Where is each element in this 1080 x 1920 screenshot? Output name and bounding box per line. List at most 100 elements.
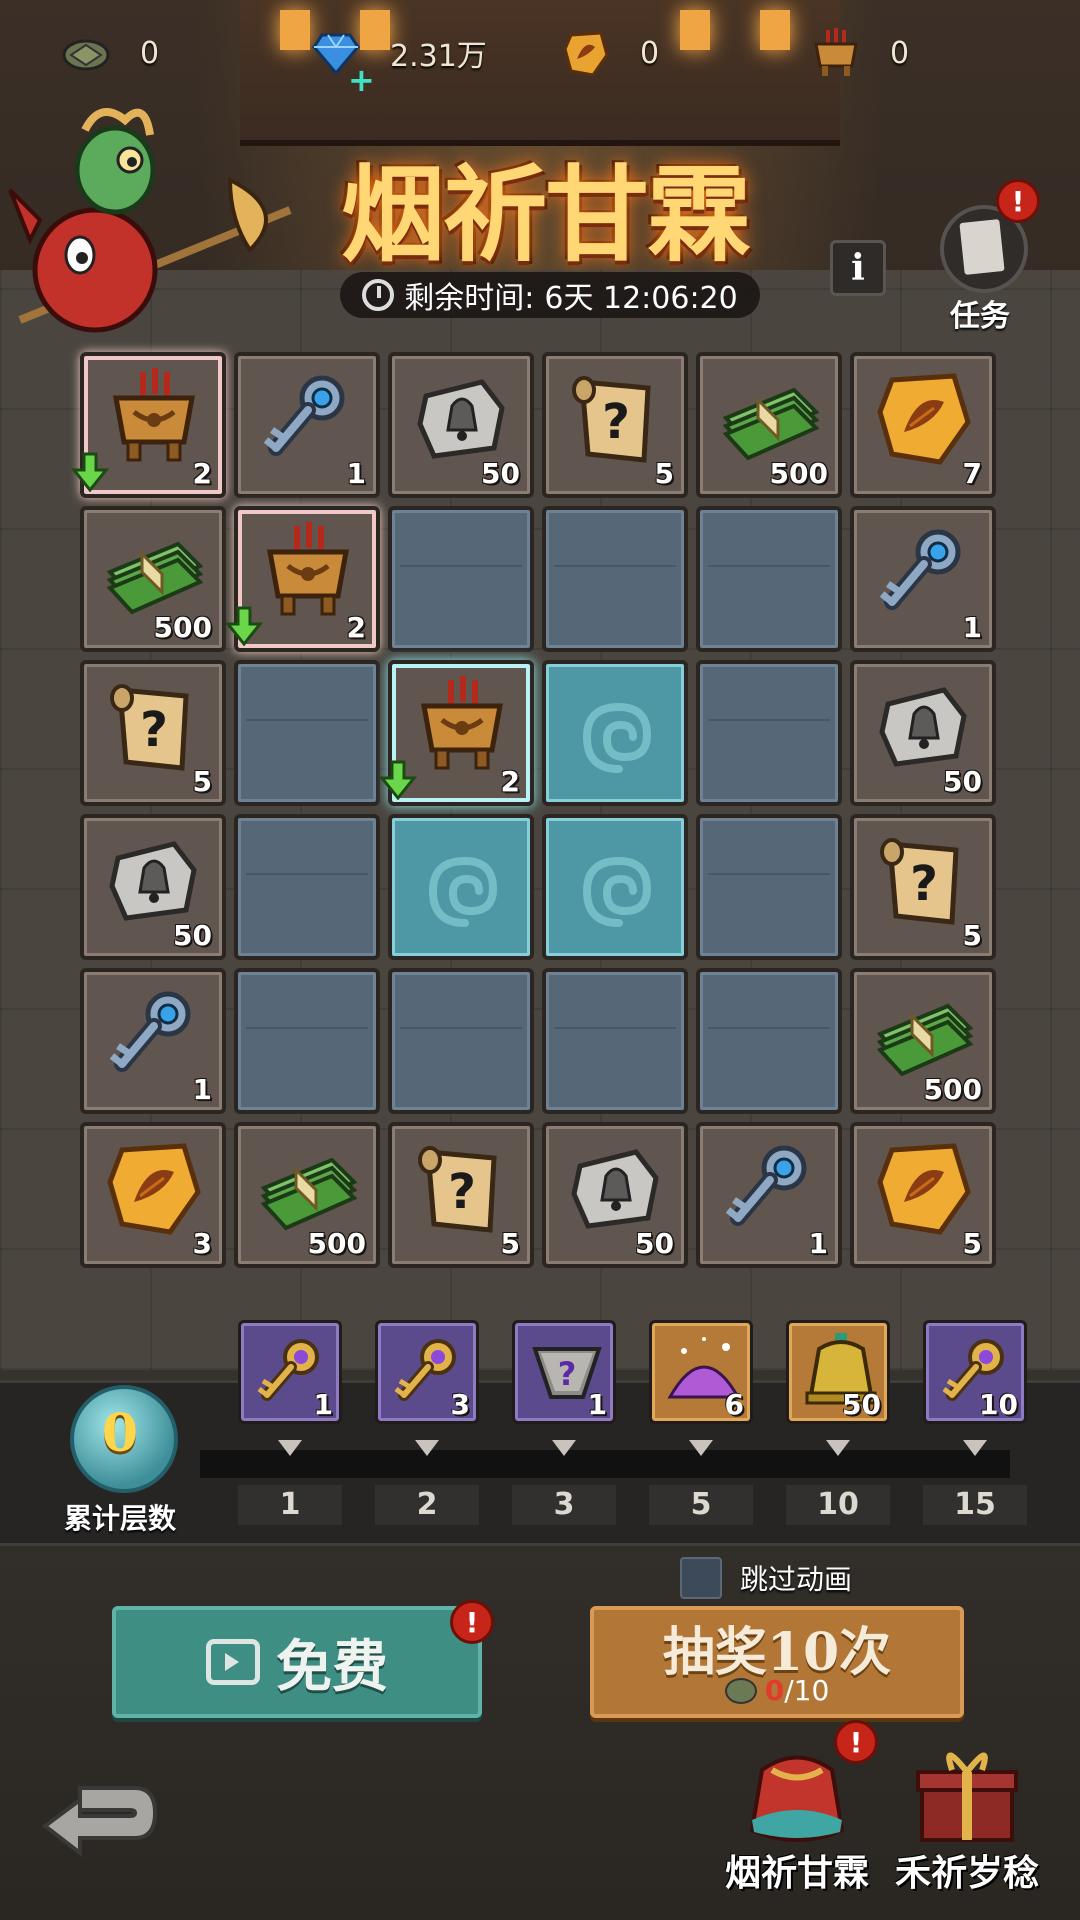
- milestone-level: 15: [923, 1485, 1027, 1525]
- svg-text:?: ?: [602, 394, 630, 450]
- grid-cell-empty[interactable]: [234, 660, 380, 806]
- milestone-marker-icon: [278, 1440, 302, 1456]
- reward-count: 1: [313, 1388, 333, 1421]
- grid-cell-empty[interactable]: [234, 814, 380, 960]
- grid-cell-mystery-scroll[interactable]: ? 5: [388, 1122, 534, 1268]
- turtle-shell-icon: [724, 1677, 757, 1704]
- key-icon: [258, 368, 358, 468]
- currency-value: 0: [140, 35, 160, 71]
- grid-cell-empty[interactable]: [696, 968, 842, 1114]
- timer-label: 剩余时间:: [404, 281, 535, 316]
- amber-token-icon: [560, 27, 612, 79]
- tab-yanqi-ganlin[interactable]: ! 烟祈甘霖: [712, 1720, 882, 1894]
- grid-cell-empty[interactable]: [696, 814, 842, 960]
- reward-count: 3: [450, 1388, 470, 1421]
- item-count: 500: [923, 1073, 982, 1106]
- draw-ten-button[interactable]: 抽奖10次 0 /10: [590, 1606, 964, 1718]
- reward-count: 10: [979, 1388, 1018, 1421]
- milestone-level: 5: [649, 1485, 753, 1525]
- key-icon: [720, 1138, 820, 1238]
- milestone-reward[interactable]: ? 1: [512, 1320, 616, 1424]
- milestone-level: 2: [375, 1485, 479, 1525]
- key-icon: [874, 522, 974, 622]
- grid-cell-cloud[interactable]: [542, 814, 688, 960]
- grid-cell-mystery-scroll[interactable]: ? 5: [542, 352, 688, 498]
- grid-cell-amber[interactable]: 7: [850, 352, 996, 498]
- grid-cell-bell-scroll[interactable]: 50: [850, 660, 996, 806]
- grid-cell-bell-scroll[interactable]: 50: [542, 1122, 688, 1268]
- grid-cell-bell-scroll[interactable]: 50: [80, 814, 226, 960]
- cloud-swirl-icon: [425, 851, 505, 931]
- currency-bar: 0 + 2.31万 0 0: [40, 18, 1040, 99]
- milestone-reward[interactable]: 50: [786, 1320, 890, 1424]
- info-button[interactable]: i: [830, 240, 886, 296]
- milestone-reward[interactable]: 3: [375, 1320, 479, 1424]
- event-title: 烟祈甘霖: [340, 153, 751, 276]
- currency-incense: 0: [810, 18, 909, 88]
- incense-burner-icon: [258, 522, 358, 622]
- grid-cell-empty[interactable]: [696, 506, 842, 652]
- mystery-scroll-icon: ?: [874, 830, 974, 930]
- svg-text:?: ?: [448, 1164, 476, 1220]
- layers-counter: 0 累计层数: [40, 1385, 200, 1535]
- grid-cell-key[interactable]: 1: [850, 506, 996, 652]
- back-button[interactable]: [40, 1768, 160, 1868]
- cloud-swirl-icon: [579, 697, 659, 777]
- cost-need: /10: [784, 1674, 830, 1707]
- grid-cell-amber[interactable]: 3: [80, 1122, 226, 1268]
- milestone-reward[interactable]: 1: [238, 1320, 342, 1424]
- currency-diamond[interactable]: + 2.31万: [310, 18, 487, 99]
- cash-icon: [104, 522, 204, 622]
- grid-cell-mystery-scroll[interactable]: ? 5: [80, 660, 226, 806]
- grid-cell-empty[interactable]: [234, 968, 380, 1114]
- alert-badge-icon: !: [996, 179, 1040, 223]
- timer-value: 6天 12:06:20: [544, 281, 738, 316]
- grid-cell-empty[interactable]: [542, 968, 688, 1114]
- grid-cell-empty[interactable]: [542, 506, 688, 652]
- grid-cell-cloud[interactable]: [542, 660, 688, 806]
- grid-cell-key[interactable]: 1: [234, 352, 380, 498]
- item-count: 5: [500, 1227, 520, 1260]
- grid-cell-mystery-scroll[interactable]: ? 5: [850, 814, 996, 960]
- task-label: 任务: [950, 299, 1010, 334]
- grid-cell-amber[interactable]: 5: [850, 1122, 996, 1268]
- grid-cell-key[interactable]: 1: [80, 968, 226, 1114]
- skip-animation-toggle[interactable]: 跳过动画: [680, 1556, 852, 1600]
- currency-amber: 0: [560, 18, 659, 88]
- item-count: 50: [943, 765, 982, 798]
- task-button[interactable]: ! 任务: [930, 179, 1040, 335]
- layers-label: 累计层数: [63, 1502, 176, 1535]
- grid-cell-key[interactable]: 1: [696, 1122, 842, 1268]
- bell-scroll-icon: [566, 1138, 666, 1238]
- bell-scroll-icon: [104, 830, 204, 930]
- grid-cell-cash[interactable]: 500: [234, 1122, 380, 1268]
- grid-cell-empty[interactable]: [388, 506, 534, 652]
- free-draw-button[interactable]: 免费: [112, 1606, 482, 1718]
- grid-cell-empty[interactable]: [388, 968, 534, 1114]
- progress-track: [200, 1450, 1010, 1478]
- clock-icon: [362, 279, 395, 311]
- tab-heqi-suiren[interactable]: 禾祈岁稔: [882, 1740, 1052, 1894]
- grid-cell-cloud[interactable]: [388, 814, 534, 960]
- item-count: 2: [192, 457, 212, 490]
- milestone-reward[interactable]: 6: [649, 1320, 753, 1424]
- free-label: 免费: [276, 1633, 388, 1700]
- svg-text:?: ?: [910, 856, 938, 912]
- item-count: 1: [346, 457, 366, 490]
- cloud-swirl-icon: [579, 851, 659, 931]
- grid-cell-bell-scroll[interactable]: 50: [388, 352, 534, 498]
- amber-icon: [874, 1138, 974, 1238]
- item-count: 50: [173, 919, 212, 952]
- mystery-scroll-icon: ?: [412, 1138, 512, 1238]
- grid-cell-cash[interactable]: 500: [80, 506, 226, 652]
- cash-icon: [874, 984, 974, 1084]
- grid-cell-cash[interactable]: 500: [696, 352, 842, 498]
- mystery-scroll-icon: ?: [566, 368, 666, 468]
- amber-icon: [104, 1138, 204, 1238]
- skip-checkbox[interactable]: [680, 1557, 722, 1599]
- grid-cell-empty[interactable]: [696, 660, 842, 806]
- milestone-level: 10: [786, 1485, 890, 1525]
- milestone-reward[interactable]: 10: [923, 1320, 1027, 1424]
- grid-cell-cash[interactable]: 500: [850, 968, 996, 1114]
- video-ad-icon: [206, 1639, 260, 1685]
